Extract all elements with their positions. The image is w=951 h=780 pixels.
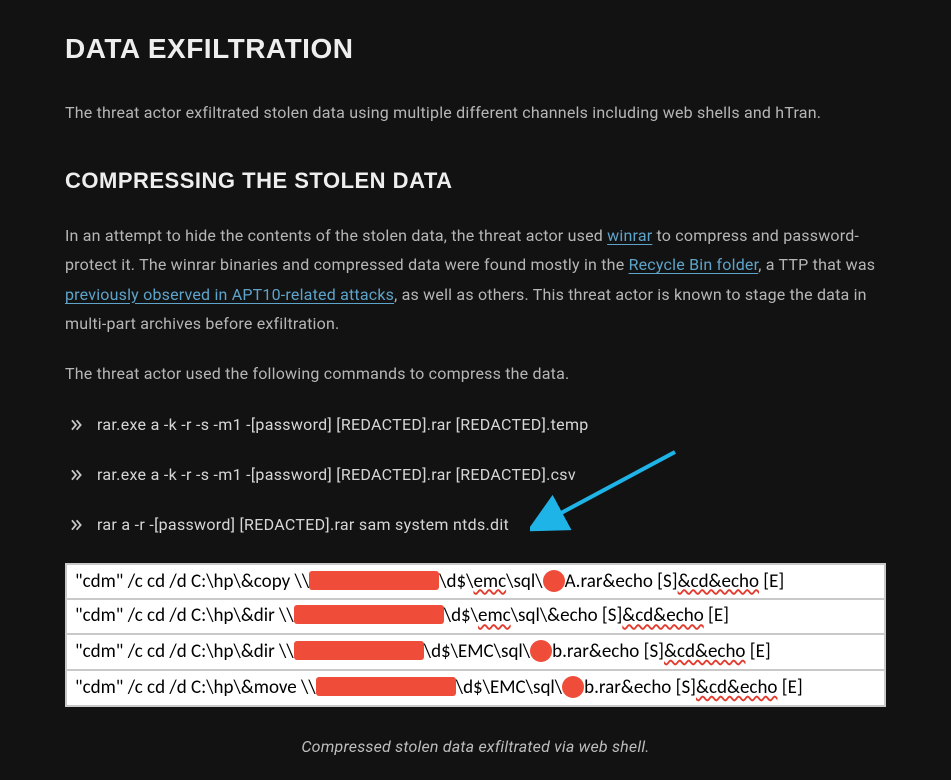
intro-paragraph: The threat actor exfiltrated stolen data… bbox=[65, 98, 886, 128]
code-text: "cdm" /c cd /d C:\hp\&move \\ bbox=[75, 676, 316, 699]
spellcheck-text: &cd&echo bbox=[696, 676, 777, 699]
spellcheck-text: &cd&echo bbox=[664, 640, 745, 663]
command-text: rar a -r -[password] [REDACTED].rar sam … bbox=[97, 513, 509, 537]
screenshot-row: "cdm" /c cd /d C:\hp\&move \\ \d$\EMC\sql… bbox=[67, 671, 884, 705]
code-text: \d$\EMC\sql\ bbox=[456, 676, 562, 699]
code-text: b.rar&echo [S] bbox=[584, 676, 696, 699]
chevron-icon bbox=[69, 418, 83, 432]
spellcheck-text: &cd&echo bbox=[622, 604, 703, 627]
list-item: rar.exe a -k -r -s -m1 -[password] [REDA… bbox=[69, 463, 886, 487]
redaction-bar bbox=[294, 641, 424, 660]
list-item: rar.exe a -k -r -s -m1 -[password] [REDA… bbox=[69, 413, 886, 437]
spellcheck-text: emc bbox=[478, 604, 511, 627]
link-winrar[interactable]: winrar bbox=[607, 226, 652, 245]
chevron-icon bbox=[69, 468, 83, 482]
code-text: [E] bbox=[759, 570, 784, 593]
code-text: \sql\&echo [S] bbox=[511, 604, 623, 627]
screenshot-row: "cdm" /c cd /d C:\hp\&dir \\ \d$\EMC\sql\… bbox=[67, 635, 884, 671]
spellcheck-text: emc bbox=[473, 570, 506, 593]
command-text: rar.exe a -k -r -s -m1 -[password] [REDA… bbox=[97, 463, 576, 487]
redaction-dot bbox=[530, 640, 552, 662]
redaction-bar bbox=[294, 605, 444, 624]
redaction-bar bbox=[309, 571, 439, 590]
list-item: rar a -r -[password] [REDACTED].rar sam … bbox=[69, 513, 886, 537]
code-text: [E] bbox=[745, 640, 770, 663]
redaction-bar bbox=[316, 677, 456, 696]
code-text: \d$\EMC\sql\ bbox=[424, 640, 530, 663]
spellcheck-text: &cd&echo bbox=[678, 570, 759, 593]
code-text: [E] bbox=[704, 604, 729, 627]
screenshot-row: "cdm" /c cd /d C:\hp\&copy \\ \d$\emc\sql… bbox=[67, 565, 884, 601]
link-apt10[interactable]: previously observed in APT10-related att… bbox=[65, 285, 394, 304]
screenshot-box: "cdm" /c cd /d C:\hp\&copy \\\d$\emc\sql… bbox=[65, 563, 886, 707]
link-recycle-bin[interactable]: Recycle Bin folder bbox=[629, 255, 759, 274]
screenshot-row: "cdm" /c cd /d C:\hp\&dir \\ \d$\emc\sql\… bbox=[67, 600, 884, 635]
code-text: \sql\ bbox=[506, 570, 542, 593]
subsection-heading: COMPRESSING THE STOLEN DATA bbox=[65, 164, 886, 197]
code-text: b.rar&echo [S] bbox=[552, 640, 664, 663]
screenshot-figure: "cdm" /c cd /d C:\hp\&copy \\\d$\emc\sql… bbox=[65, 563, 886, 759]
code-text: A.rar&echo [S] bbox=[565, 570, 678, 593]
code-text: [E] bbox=[777, 676, 802, 699]
redaction-dot bbox=[543, 570, 565, 592]
paragraph-commands-intro: The threat actor used the following comm… bbox=[65, 359, 886, 389]
code-text: "cdm" /c cd /d C:\hp\&dir \\ bbox=[75, 640, 294, 663]
paragraph-compress: In an attempt to hide the contents of th… bbox=[65, 221, 886, 339]
code-text: "cdm" /c cd /d C:\hp\&copy \\ bbox=[75, 570, 309, 593]
section-heading: DATA EXFILTRATION bbox=[65, 28, 886, 70]
code-text: \d$\ bbox=[439, 570, 473, 593]
command-text: rar.exe a -k -r -s -m1 -[password] [REDA… bbox=[97, 413, 589, 437]
chevron-icon bbox=[69, 518, 83, 532]
command-list: rar.exe a -k -r -s -m1 -[password] [REDA… bbox=[65, 413, 886, 537]
text: In an attempt to hide the contents of th… bbox=[65, 226, 607, 245]
figure-caption: Compressed stolen data exfiltrated via w… bbox=[65, 735, 886, 759]
code-text: \d$\ bbox=[444, 604, 478, 627]
code-text: "cdm" /c cd /d C:\hp\&dir \\ bbox=[75, 604, 294, 627]
redaction-dot bbox=[562, 676, 584, 698]
text: , a TTP that was bbox=[758, 255, 875, 274]
